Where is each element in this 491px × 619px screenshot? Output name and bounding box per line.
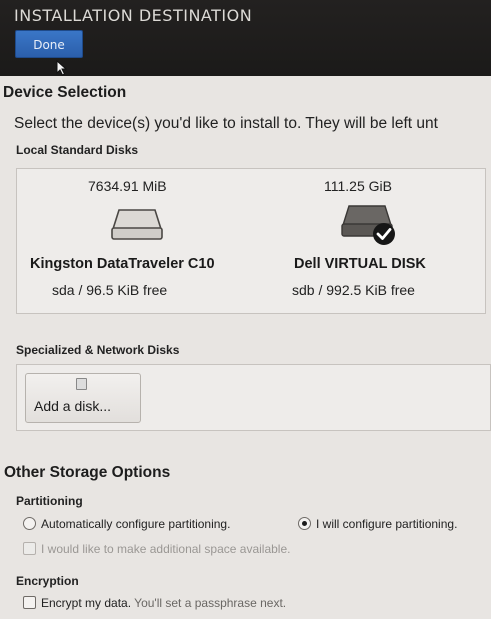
disk-name: Kingston DataTraveler C10 bbox=[30, 256, 215, 272]
encrypt-checkbox[interactable] bbox=[23, 596, 36, 609]
other-storage-heading: Other Storage Options bbox=[4, 464, 171, 481]
partitioning-heading: Partitioning bbox=[16, 494, 83, 508]
local-disks-heading: Local Standard Disks bbox=[16, 143, 139, 157]
device-selection-subtitle: Select the device(s) you'd like to insta… bbox=[14, 115, 438, 132]
hard-disk-selected-icon bbox=[341, 205, 395, 245]
disk-add-icon bbox=[76, 378, 87, 390]
encrypt-label[interactable]: Encrypt my data. You'll set a passphrase… bbox=[41, 596, 286, 610]
encrypt-label-text: Encrypt my data. bbox=[41, 596, 132, 610]
disk-size: 7634.91 MiB bbox=[88, 178, 167, 194]
add-disk-button[interactable]: Add a disk... bbox=[25, 373, 141, 423]
device-selection-heading: Device Selection bbox=[3, 84, 127, 101]
auto-partition-radio[interactable] bbox=[23, 517, 36, 530]
disk-info: sda / 96.5 KiB free bbox=[52, 282, 168, 298]
specialized-disks-heading: Specialized & Network Disks bbox=[16, 343, 180, 357]
hard-disk-icon bbox=[111, 209, 163, 240]
disk-name: Dell VIRTUAL DISK bbox=[294, 256, 426, 272]
main-content: Device Selection Select the device(s) yo… bbox=[0, 76, 491, 619]
encryption-heading: Encryption bbox=[16, 574, 79, 588]
auto-partition-label[interactable]: Automatically configure partitioning. bbox=[41, 517, 230, 531]
disk-size: 111.25 GiB bbox=[324, 178, 392, 194]
encrypt-note: You'll set a passphrase next. bbox=[134, 596, 287, 610]
additional-space-checkbox[interactable] bbox=[23, 542, 36, 555]
add-disk-label: Add a disk... bbox=[34, 398, 112, 414]
disk-info: sdb / 992.5 KiB free bbox=[292, 282, 415, 298]
manual-partition-radio[interactable] bbox=[298, 517, 311, 530]
mouse-cursor-icon bbox=[56, 60, 68, 76]
header-bar: INSTALLATION DESTINATION Done bbox=[0, 0, 491, 76]
page-title: INSTALLATION DESTINATION bbox=[14, 6, 253, 25]
specialized-disks-panel: Add a disk... bbox=[16, 364, 491, 431]
additional-space-label: I would like to make additional space av… bbox=[41, 542, 291, 556]
manual-partition-label[interactable]: I will configure partitioning. bbox=[316, 517, 457, 531]
done-button[interactable]: Done bbox=[15, 30, 83, 58]
local-disks-panel: 7634.91 MiB Kingston DataTraveler C10 sd… bbox=[16, 168, 486, 314]
